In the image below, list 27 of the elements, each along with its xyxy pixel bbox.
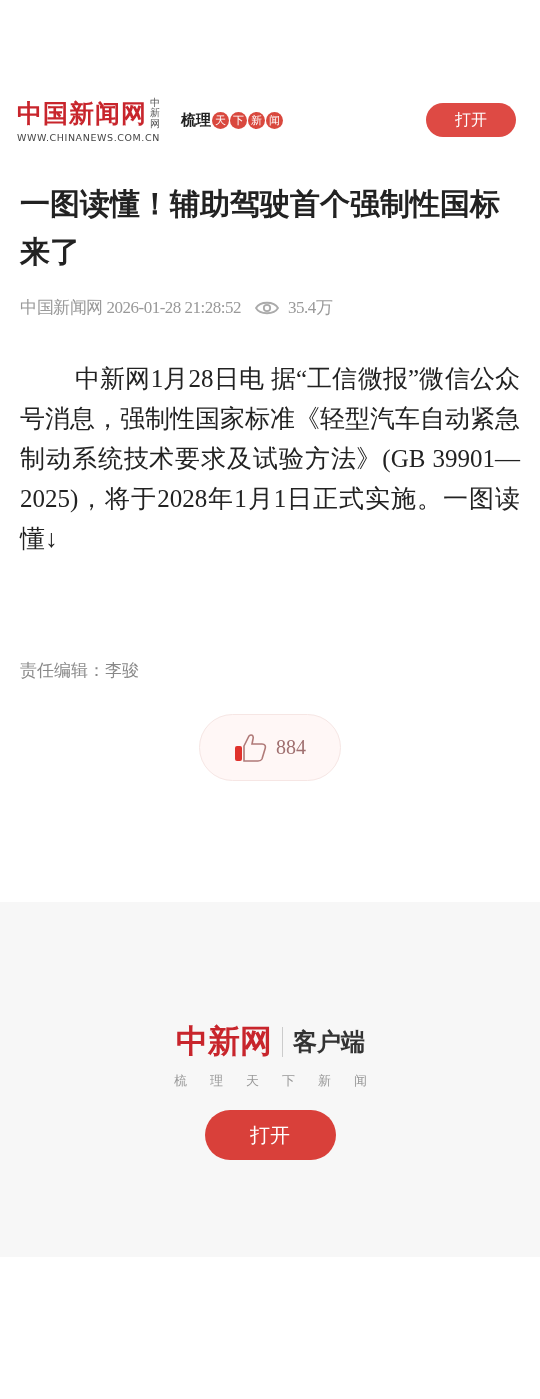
article-paragraph: 中新网1月28日电 据“工信微报”微信公众号消息，强制性国家标准《轻型汽车自动紧急制动系统技术要求及试验方法》(GB 39901—2025)，将于2028年1月1日正式实施。一图读懂↓ [20, 364, 520, 554]
site-url: WWW.CHINANEWS.COM.CN [17, 131, 161, 143]
logo-side-text: 中新网 [150, 97, 161, 130]
article-source: 中国新闻网 [20, 297, 103, 319]
app-label: 客户端 [292, 1027, 365, 1058]
tagline-char: 梳 [173, 1072, 187, 1090]
editor-credit: 责任编辑：李骏 [20, 659, 140, 682]
slogan-seal: 下 [230, 111, 247, 129]
like-button[interactable]: 884 [199, 714, 341, 781]
view-count: 35.4万 [288, 297, 333, 319]
open-app-button[interactable]: 打开 [426, 103, 516, 137]
publish-time: 2026-01-28 21:28:52 [106, 297, 242, 318]
thumbs-up-icon [234, 732, 268, 763]
tagline-char: 理 [209, 1072, 223, 1090]
tagline-char: 新 [317, 1072, 331, 1090]
slogan-seal: 闻 [266, 111, 283, 129]
slogan-text: 梳理 [181, 110, 211, 130]
slogan-seal: 新 [248, 111, 265, 129]
tagline-char: 天 [245, 1072, 259, 1090]
tagline-char: 闻 [353, 1072, 367, 1090]
slogan-seal: 天 [212, 111, 229, 129]
eye-icon [255, 299, 280, 316]
site-logo: 中国新闻网 [17, 98, 147, 129]
app-logo: 中新网 [175, 1022, 272, 1061]
article-title: 一图读懂！辅助驾驶首个强制性国标来了 [20, 185, 501, 271]
tagline-char: 下 [281, 1072, 295, 1090]
open-app-button[interactable]: 打开 [204, 1110, 336, 1160]
